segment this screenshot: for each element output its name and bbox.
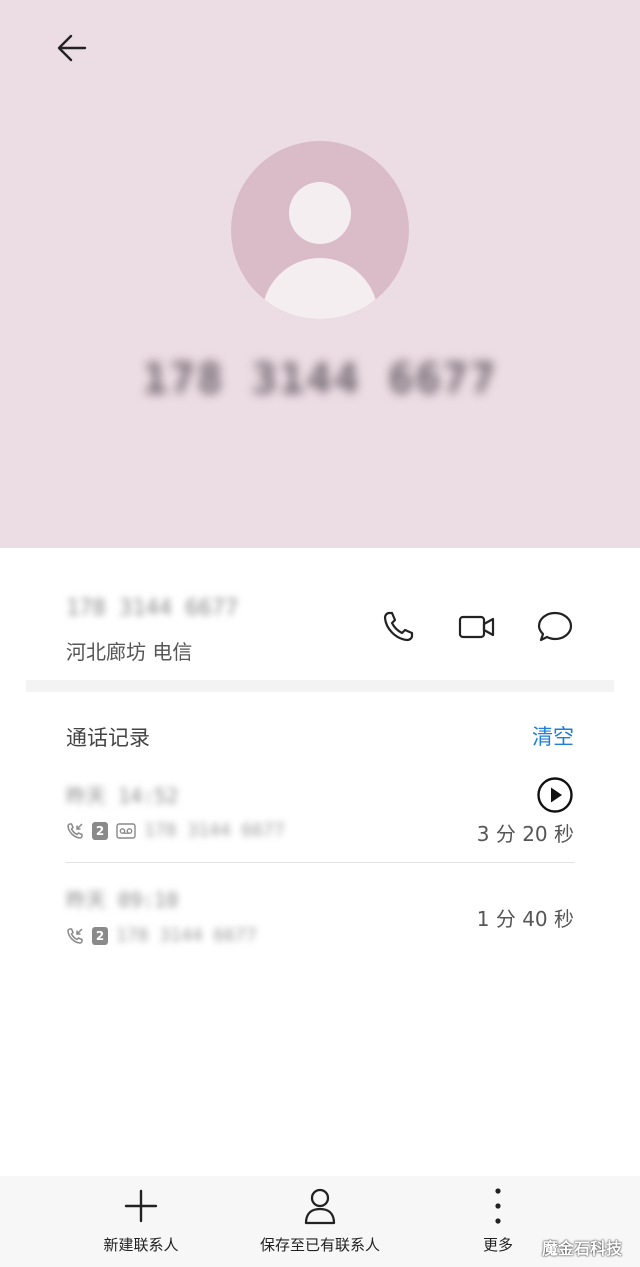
plus-icon — [124, 1189, 158, 1223]
save-to-existing-contact-button[interactable]: 保存至已有联系人 — [250, 1186, 390, 1258]
call-log-title: 通话记录 — [66, 726, 150, 750]
phone-row-number-text: 178 3144 6677 — [66, 596, 239, 621]
incoming-call-icon — [67, 927, 83, 944]
sim-badge: 2 — [92, 926, 108, 945]
message-button[interactable] — [533, 605, 577, 649]
call-duration: 3 分 20 秒 — [476, 822, 574, 846]
phone-number-text: 178 3144 6677 — [142, 353, 498, 403]
video-call-button[interactable] — [455, 605, 499, 649]
chat-bubble-icon — [537, 611, 573, 642]
record-separator — [66, 862, 574, 863]
person-icon — [304, 1188, 336, 1225]
call-record-date: 昨天 14:52 — [66, 784, 179, 808]
phone-location: 河北廊坊 电信 — [66, 640, 193, 664]
phone-row-number[interactable]: 178 3144 6677 — [66, 596, 246, 624]
watermark: 魔金石科技 — [542, 1239, 623, 1258]
avatar-body — [262, 258, 378, 319]
contact-header: 178 3144 6677 — [0, 0, 640, 548]
avatar-head — [289, 182, 351, 244]
call-record-detail: 178 3144 6677 — [144, 820, 285, 841]
video-camera-icon — [458, 615, 495, 639]
sim-badge: 2 — [92, 821, 108, 840]
call-duration: 1 分 40 秒 — [476, 907, 574, 931]
save-to-existing-label: 保存至已有联系人 — [259, 1236, 380, 1254]
call-record-meta: 2 178 3144 6677 — [66, 820, 285, 841]
call-record-date: 昨天 09:10 — [66, 888, 179, 912]
back-button[interactable] — [46, 26, 98, 70]
clear-call-log-button[interactable]: 清空 — [532, 721, 574, 751]
voicemail-icon — [116, 822, 136, 839]
new-contact-label: 新建联系人 — [103, 1236, 179, 1254]
incoming-call-icon — [67, 822, 83, 839]
more-vertical-icon — [495, 1188, 501, 1224]
play-recording-button[interactable] — [536, 776, 574, 814]
call-record-meta: 2 178 3144 6677 — [66, 925, 257, 946]
play-icon — [537, 777, 573, 813]
more-button[interactable]: 更多 — [468, 1186, 528, 1258]
more-label: 更多 — [482, 1236, 513, 1254]
call-button[interactable] — [376, 605, 420, 649]
new-contact-button[interactable]: 新建联系人 — [90, 1186, 192, 1258]
call-record-detail: 178 3144 6677 — [116, 925, 257, 946]
section-divider — [26, 680, 614, 692]
contact-phone-number: 178 3144 6677 — [143, 346, 496, 410]
phone-icon — [383, 611, 414, 642]
arrow-left-icon — [57, 34, 87, 62]
avatar — [231, 141, 409, 319]
